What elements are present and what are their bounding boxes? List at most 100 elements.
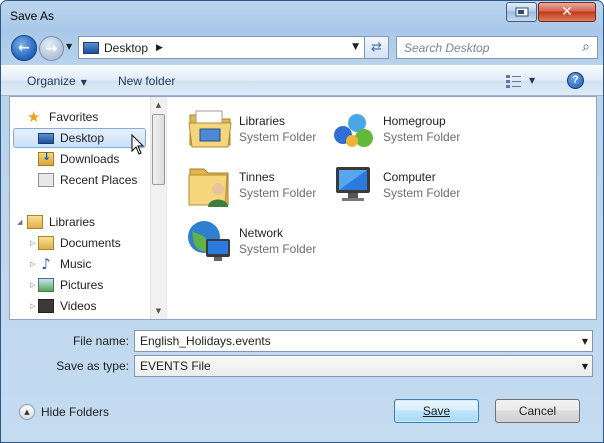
nav-music-label: Music — [60, 257, 92, 271]
nav-downloads[interactable]: Downloads — [38, 149, 119, 169]
file-type: System Folder — [239, 130, 317, 144]
nav-pictures[interactable]: Pictures — [38, 275, 103, 295]
file-item-homegroup[interactable]: Homegroup System Folder — [330, 105, 470, 155]
navigation-scrollbar[interactable]: ▲ ▼ — [150, 97, 166, 319]
nav-music[interactable]: ♪ Music — [38, 254, 91, 274]
nav-videos[interactable]: Videos — [38, 296, 96, 316]
hide-folders-button[interactable]: ▲ Hide Folders — [19, 404, 109, 420]
file-type: System Folder — [239, 242, 317, 256]
back-button[interactable]: ← — [11, 35, 37, 61]
organize-button[interactable]: Organize ▼ — [27, 74, 87, 88]
file-item-libraries[interactable]: Libraries System Folder — [186, 105, 326, 155]
forward-button[interactable]: → — [39, 36, 64, 61]
downloads-icon — [38, 150, 54, 166]
expand-pictures-icon[interactable]: ▷ — [30, 281, 35, 289]
refresh-button[interactable]: ⇄ — [365, 36, 389, 59]
change-view-icon[interactable] — [506, 74, 521, 88]
star-icon: ★ — [27, 108, 41, 126]
save-type-select[interactable]: EVENTS File ▼ — [134, 355, 593, 377]
file-name-row: File name: ▼ — [1, 330, 603, 352]
refresh-icon: ⇄ — [371, 40, 382, 55]
file-item-computer[interactable]: Computer System Folder — [330, 161, 470, 211]
file-name-label: File name: — [72, 334, 129, 348]
videos-icon — [38, 299, 54, 313]
navigation-pane: ★ Favorites Desktop Downloads Recent Pla… — [10, 97, 167, 319]
libraries-icon — [27, 215, 43, 229]
cancel-button[interactable]: Cancel — [495, 399, 580, 423]
documents-icon — [38, 236, 54, 250]
user-folder-icon — [188, 168, 229, 207]
file-item-network[interactable]: Network System Folder — [186, 217, 326, 267]
nav-documents[interactable]: Documents — [38, 233, 121, 253]
view-options-dropdown-icon[interactable]: ▼ — [529, 76, 535, 85]
file-list: Libraries System Folder Homegroup System… — [168, 97, 596, 319]
browser-area: ★ Favorites Desktop Downloads Recent Pla… — [9, 96, 597, 320]
nav-desktop[interactable]: Desktop — [13, 128, 146, 148]
file-name-input[interactable] — [140, 334, 570, 348]
save-type-dropdown-icon[interactable]: ▼ — [582, 362, 588, 371]
save-label: Save — [422, 404, 451, 418]
back-arrow-icon: ← — [18, 40, 30, 56]
file-name-dropdown-icon[interactable]: ▼ — [582, 337, 588, 346]
save-as-dialog: Save As ✕ ← → ▼ Desktop ▶ ▼ ⇄ ⌕ Organize… — [0, 0, 604, 443]
close-button[interactable]: ✕ — [538, 2, 596, 22]
expand-music-icon[interactable]: ▷ — [30, 260, 35, 268]
expand-videos-icon[interactable]: ▷ — [30, 302, 35, 310]
file-name: Network — [239, 226, 284, 240]
nav-favorites[interactable]: ★ Favorites — [27, 107, 98, 127]
address-row: ← → ▼ Desktop ▶ ▼ ⇄ ⌕ — [1, 33, 603, 63]
new-folder-button[interactable]: New folder — [118, 74, 175, 88]
file-name: Computer — [383, 170, 436, 184]
file-name: Homegroup — [383, 114, 446, 128]
recent-places-icon — [38, 173, 54, 187]
nav-videos-label: Videos — [60, 299, 97, 313]
help-icon[interactable]: ? — [567, 72, 584, 89]
save-button[interactable]: Save — [394, 399, 479, 423]
nav-downloads-label: Downloads — [60, 152, 120, 166]
search-box[interactable]: ⌕ — [396, 36, 598, 59]
music-icon: ♪ — [41, 255, 51, 273]
address-location[interactable]: Desktop — [104, 41, 148, 55]
collapse-libraries-icon[interactable]: ◢ — [17, 218, 22, 226]
desktop-icon — [83, 41, 99, 54]
file-item-tinnes[interactable]: Tinnes System Folder — [186, 161, 326, 211]
nav-desktop-label: Desktop — [60, 131, 105, 145]
computer-icon — [336, 167, 370, 201]
command-bar: Organize ▼ New folder ▼ ? — [1, 65, 603, 96]
mouse-pointer-icon — [131, 134, 145, 155]
nav-libraries-label: Libraries — [49, 215, 96, 229]
save-type-row: Save as type: EVENTS File ▼ — [1, 355, 603, 377]
file-name: Libraries — [239, 114, 286, 128]
hide-folders-label: Hide Folders — [41, 405, 110, 419]
nav-libraries[interactable]: Libraries — [27, 212, 95, 232]
expand-documents-icon[interactable]: ▷ — [30, 239, 35, 247]
file-name-field[interactable]: ▼ — [134, 330, 593, 352]
restore-button[interactable] — [506, 2, 537, 22]
address-dropdown-icon[interactable]: ▼ — [352, 42, 359, 52]
nav-recent-places[interactable]: Recent Places — [38, 170, 137, 190]
breadcrumb-chevron-icon[interactable]: ▶ — [156, 43, 163, 53]
desktop-icon — [38, 132, 54, 144]
scroll-down-icon[interactable]: ▼ — [151, 303, 166, 319]
file-type: System Folder — [383, 186, 461, 200]
pictures-icon — [38, 278, 54, 292]
address-bar[interactable]: Desktop ▶ ▼ — [78, 36, 365, 59]
scroll-up-icon[interactable]: ▲ — [151, 97, 166, 113]
recent-pages-dropdown-icon[interactable]: ▼ — [66, 42, 72, 51]
search-icon[interactable]: ⌕ — [582, 39, 590, 55]
title-bar: Save As ✕ — [1, 1, 603, 31]
restore-icon — [515, 7, 528, 17]
nav-favorites-label: Favorites — [49, 110, 99, 124]
file-type: System Folder — [383, 130, 461, 144]
scrollbar-thumb[interactable] — [152, 114, 165, 185]
search-input[interactable] — [397, 37, 567, 58]
nav-documents-label: Documents — [60, 236, 121, 250]
file-name: Tinnes — [239, 170, 275, 184]
save-type-value: EVENTS File — [140, 359, 211, 373]
organize-label: Organize — [27, 74, 76, 88]
close-icon: ✕ — [561, 4, 573, 20]
chevron-up-icon: ▲ — [19, 404, 35, 420]
window-title: Save As — [10, 9, 55, 23]
file-type: System Folder — [239, 186, 317, 200]
homegroup-icon — [334, 114, 373, 147]
